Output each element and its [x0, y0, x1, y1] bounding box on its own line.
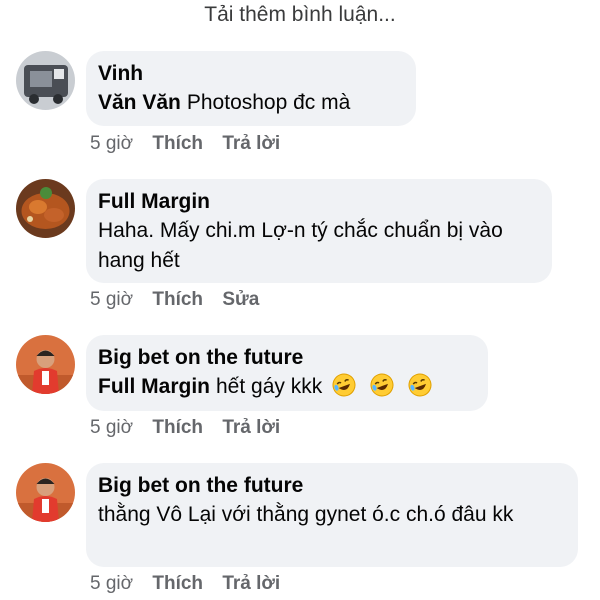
- mention-tag[interactable]: Văn Văn: [98, 91, 181, 114]
- comment-time[interactable]: 5 giờ: [90, 417, 133, 438]
- avatar[interactable]: [16, 51, 75, 110]
- load-more-comments-link[interactable]: Tải thêm bình luận...: [0, 3, 600, 27]
- comment-actions: 5 giờ Thích Trả lời: [90, 573, 294, 595]
- reply-button[interactable]: Trả lời: [222, 417, 280, 438]
- reply-button[interactable]: Trả lời: [222, 133, 280, 154]
- comment-actions: 5 giờ Thích Sửa: [90, 289, 273, 311]
- emoji-group: [332, 373, 440, 406]
- comment-text: thằng Vô Lại với thằng gynet ó.c ch.ó đâ…: [98, 503, 514, 526]
- comment-actions: 5 giờ Thích Trả lời: [90, 417, 294, 439]
- mention-tag[interactable]: Full Margin: [98, 375, 210, 398]
- comment-text: Photoshop đc mà: [186, 91, 351, 114]
- comment-time[interactable]: 5 giờ: [90, 289, 133, 310]
- comment-author[interactable]: Vinh: [98, 60, 404, 88]
- comment-text-line: Văn Văn Photoshop đc mà: [98, 88, 404, 118]
- comment-bubble: Full Margin Haha. Mấy chi.m Lợ-n tý chắc…: [86, 179, 552, 283]
- like-button[interactable]: Thích: [152, 289, 203, 310]
- avatar[interactable]: [16, 463, 75, 522]
- comment-author[interactable]: Full Margin: [98, 188, 540, 216]
- tennis-player-avatar-icon: [16, 335, 75, 394]
- vehicle-photo-avatar-icon: [16, 51, 75, 110]
- rofl-emoji-icon: [408, 373, 432, 397]
- reply-button[interactable]: Trả lời: [222, 573, 280, 594]
- comment-bubble: Big bet on the future Full Margin hết gáy…: [86, 335, 488, 411]
- comment-text: Haha. Mấy chi.m Lợ-n tý chắc chuẩn bị và…: [98, 219, 503, 272]
- avatar[interactable]: [16, 179, 75, 238]
- comment-bubble: Vinh Văn Văn Photoshop đc mà: [86, 51, 416, 126]
- comment-text-line: Full Margin hết gáy kkk: [98, 372, 476, 406]
- comment-time[interactable]: 5 giờ: [90, 133, 133, 154]
- food-photo-avatar-icon: [16, 179, 75, 238]
- comment-actions: 5 giờ Thích Trả lời: [90, 133, 294, 155]
- comment-author[interactable]: Big bet on the future: [98, 344, 476, 372]
- comment-time[interactable]: 5 giờ: [90, 573, 133, 594]
- like-button[interactable]: Thích: [152, 573, 203, 594]
- rofl-emoji-icon: [370, 373, 394, 397]
- rofl-emoji-icon: [332, 373, 356, 397]
- comment-author[interactable]: Big bet on the future: [98, 472, 566, 500]
- tennis-player-avatar-icon: [16, 463, 75, 522]
- comment-bubble: Big bet on the future thằng Vô Lại với t…: [86, 463, 578, 567]
- edit-button[interactable]: Sửa: [222, 289, 259, 310]
- like-button[interactable]: Thích: [152, 417, 203, 438]
- like-button[interactable]: Thích: [152, 133, 203, 154]
- avatar[interactable]: [16, 335, 75, 394]
- comment-text: hết gáy kkk: [216, 375, 323, 398]
